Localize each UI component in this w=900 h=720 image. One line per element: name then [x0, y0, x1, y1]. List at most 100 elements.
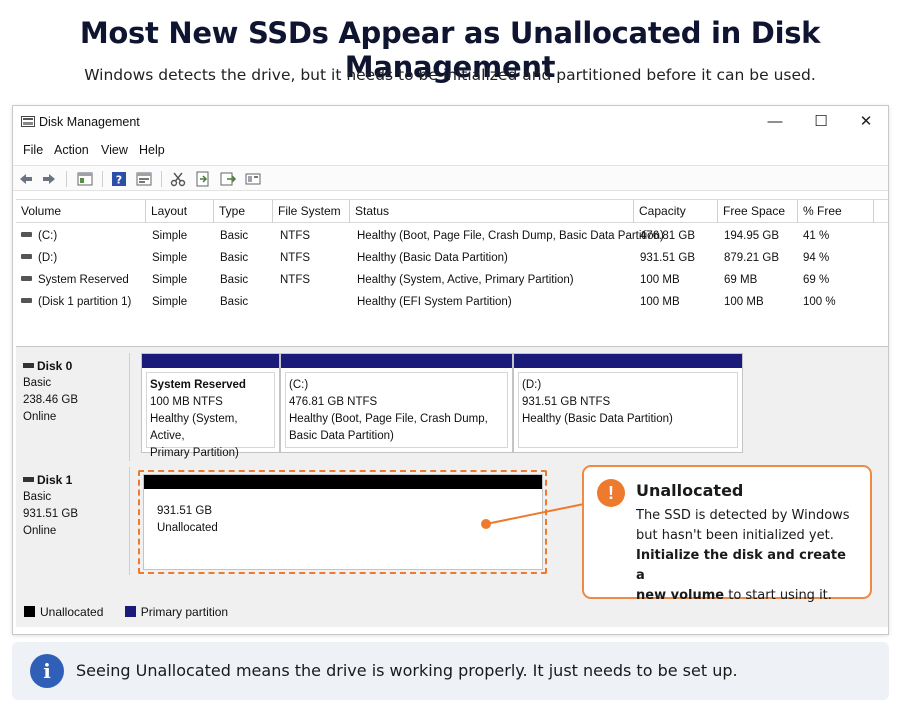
info-banner: i Seeing Unallocated means the drive is …	[12, 642, 889, 700]
layout-cell: Simple	[152, 252, 188, 264]
table-row[interactable]: (D:) Simple Basic NTFS Healthy (Basic Da…	[16, 247, 888, 269]
volume-name-cell: (C:)	[21, 225, 57, 247]
capacity-cell: 476.81 GB	[640, 230, 695, 242]
toolbar-separator	[161, 171, 162, 187]
file-system-cell: NTFS	[280, 252, 311, 264]
free-space-cell: 69 MB	[724, 274, 758, 286]
capacity-cell: 100 MB	[640, 274, 680, 286]
drive-icon	[21, 232, 32, 238]
table-row[interactable]: (Disk 1 partition 1) Simple Basic Health…	[16, 291, 888, 313]
disk-management-app-icon	[21, 116, 35, 127]
disk-0-name: Disk 0	[37, 359, 73, 373]
export-icon[interactable]	[219, 170, 237, 188]
help-icon[interactable]: ?	[110, 170, 128, 188]
legend-swatch-primary	[124, 606, 136, 617]
drive-icon	[21, 298, 32, 304]
partition-c[interactable]: (C:) 476.81 GB NTFS Healthy (Boot, Page …	[280, 353, 513, 453]
table-row[interactable]: System Reserved Simple Basic NTFS Health…	[16, 269, 888, 291]
disk-0-type: Basic	[23, 377, 52, 389]
partition-size: 100 MB NTFS	[150, 396, 223, 408]
properties-icon[interactable]	[135, 170, 153, 188]
table-row[interactable]: (C:) Simple Basic NTFS Healthy (Boot, Pa…	[16, 225, 888, 247]
file-system-cell: NTFS	[280, 274, 311, 286]
primary-partition-bar	[514, 354, 742, 368]
layout-cell: Simple	[152, 274, 188, 286]
partition-size: 931.51 GB NTFS	[522, 396, 611, 408]
partition-system-reserved[interactable]: System Reserved 100 MB NTFS Healthy (Sys…	[141, 353, 280, 459]
free-space-cell: 100 MB	[724, 296, 764, 308]
unallocated-space[interactable]: 931.51 GB Unallocated	[143, 474, 543, 570]
menu-file[interactable]: File	[23, 143, 43, 157]
view-icon[interactable]	[244, 170, 262, 188]
type-cell: Basic	[220, 274, 249, 286]
column-header-status[interactable]: Status	[350, 200, 634, 223]
percent-free-cell: 41 %	[803, 230, 830, 242]
column-header-volume[interactable]: Volume	[16, 200, 146, 223]
column-header-free-space[interactable]: Free Space	[718, 200, 798, 223]
volume-name-cell: System Reserved	[21, 269, 129, 291]
import-icon[interactable]	[194, 170, 212, 188]
legend: Unallocated Primary partition	[24, 605, 228, 619]
forward-icon[interactable]	[40, 170, 58, 188]
partition-status: Primary Partition)	[150, 447, 239, 459]
partition-status: Basic Data Partition)	[289, 430, 394, 442]
volume-list: Volume Layout Type File System Status Ca…	[16, 199, 888, 341]
disk-0-status: Online	[23, 411, 57, 423]
legend-swatch-unallocated	[24, 606, 35, 617]
maximize-button[interactable]: ☐	[806, 112, 836, 132]
svg-text:?: ?	[116, 174, 122, 187]
type-cell: Basic	[220, 230, 249, 242]
info-text: Seeing Unallocated means the drive is wo…	[76, 661, 738, 680]
free-space-cell: 194.95 GB	[724, 230, 779, 242]
primary-partition-bar	[281, 354, 512, 368]
status-cell: Healthy (Basic Data Partition)	[357, 252, 508, 264]
disk-icon	[23, 477, 34, 483]
column-header-type[interactable]: Type	[214, 200, 273, 223]
title-bar: Disk Management — ☐ ✕	[13, 106, 888, 138]
column-header-layout[interactable]: Layout	[146, 200, 214, 223]
unallocated-size: 931.51 GB	[157, 505, 212, 517]
legend-unallocated: Unallocated	[40, 605, 104, 619]
partition-status: Healthy (System, Active,	[150, 413, 238, 442]
menu-action[interactable]: Action	[54, 143, 89, 157]
percent-free-cell: 69 %	[803, 274, 830, 286]
menu-view[interactable]: View	[101, 143, 128, 157]
legend-primary: Primary partition	[140, 605, 229, 619]
cut-icon[interactable]	[169, 170, 187, 188]
toolbar-separator	[102, 171, 103, 187]
drive-icon	[21, 254, 32, 260]
disk-1-type: Basic	[23, 491, 52, 503]
unallocated-label: Unallocated	[157, 522, 218, 534]
console-tree-icon[interactable]	[76, 170, 94, 188]
close-button[interactable]: ✕	[851, 112, 881, 132]
layout-cell: Simple	[152, 230, 188, 242]
volume-name-cell: (Disk 1 partition 1)	[21, 291, 131, 313]
volume-list-header: Volume Layout Type File System Status Ca…	[16, 199, 888, 223]
disk-0-label[interactable]: Disk 0 Basic 238.46 GB Online	[16, 353, 130, 461]
toolbar: ?	[13, 165, 888, 191]
free-space-cell: 879.21 GB	[724, 252, 779, 264]
partition-d[interactable]: (D:) 931.51 GB NTFS Healthy (Basic Data …	[513, 353, 743, 453]
column-header-percent-free[interactable]: % Free	[798, 200, 874, 223]
menu-help[interactable]: Help	[139, 143, 165, 157]
disk-1-status: Online	[23, 525, 57, 537]
capacity-cell: 931.51 GB	[640, 252, 695, 264]
partition-name: (C:)	[289, 379, 309, 391]
column-header-file-system[interactable]: File System	[273, 200, 350, 223]
menu-bar: File Action View Help	[13, 141, 888, 161]
callout-text: The SSD is detected by Windows but hasn'…	[636, 508, 850, 603]
back-icon[interactable]	[17, 170, 35, 188]
capacity-cell: 100 MB	[640, 296, 680, 308]
warning-icon: !	[597, 479, 625, 507]
status-cell: Healthy (Boot, Page File, Crash Dump, Ba…	[357, 230, 664, 242]
callout-title: Unallocated	[636, 481, 744, 500]
minimize-button[interactable]: —	[760, 112, 790, 132]
disk-icon	[23, 363, 34, 369]
column-header-capacity[interactable]: Capacity	[634, 200, 718, 223]
page-subtitle: Windows detects the drive, but it needs …	[84, 66, 816, 84]
type-cell: Basic	[220, 252, 249, 264]
info-icon: i	[30, 654, 64, 688]
disk-1-label[interactable]: Disk 1 Basic 931.51 GB Online	[16, 467, 130, 575]
partition-status: Healthy (Basic Data Partition)	[522, 413, 673, 425]
partition-name: (D:)	[522, 379, 542, 391]
